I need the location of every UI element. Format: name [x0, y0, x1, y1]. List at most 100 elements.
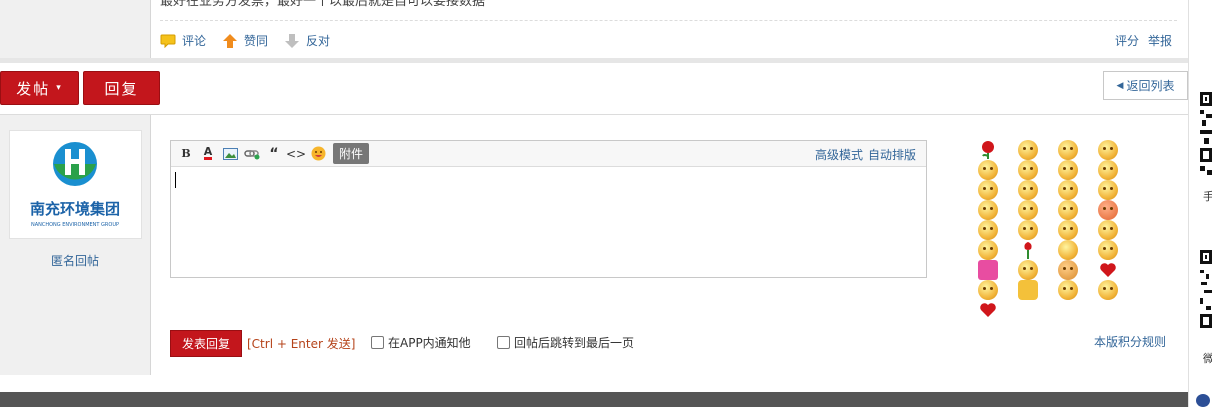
credit-rules-link[interactable]: 本版积分规则 [1094, 333, 1166, 350]
keyboard-hint: [Ctrl + Enter 发送] [247, 337, 356, 351]
notify-app-label: 在APP内通知他 [388, 336, 471, 350]
anonymous-reply-link[interactable]: 匿名回帖 [0, 252, 150, 269]
font-color-icon: A [203, 145, 213, 160]
dizzy-smiley-icon[interactable] [1058, 220, 1078, 240]
image-button[interactable] [219, 143, 241, 165]
new-post-button[interactable]: 发帖 ▾ [0, 71, 79, 105]
surprise-smiley-icon[interactable] [1098, 240, 1118, 260]
advanced-mode-link[interactable]: 高级模式 [815, 146, 863, 163]
back-to-list-label: 返回列表 [1126, 79, 1175, 93]
upvote-label: 赞同 [244, 34, 269, 48]
auto-format-link[interactable]: 自动排版 [868, 146, 916, 163]
text-cursor [175, 172, 176, 188]
kiss-smiley-icon[interactable] [1058, 280, 1078, 300]
tongue-smiley-icon[interactable] [1058, 200, 1078, 220]
frown-smiley-icon[interactable] [1098, 160, 1118, 180]
rate-link[interactable]: 评分 [1115, 32, 1139, 49]
think-smiley-icon[interactable] [1018, 220, 1038, 240]
quote-icon: “ [269, 145, 279, 162]
hug-smiley-icon[interactable] [978, 240, 998, 260]
notify-app-checkbox[interactable]: 在APP内通知他 [371, 334, 471, 351]
handshake-smiley-icon[interactable] [1018, 280, 1038, 300]
reply-label: 回复 [104, 79, 139, 98]
smile-smiley-icon[interactable] [1018, 160, 1038, 180]
downvote-label: 反对 [306, 34, 331, 48]
footer-bar [0, 392, 1188, 407]
logo-subtext: NANCHONG ENVIRONMENT GROUP [31, 222, 119, 228]
sleep-smiley-icon[interactable] [1098, 220, 1118, 240]
sidebar-label-wechat: 微 [1203, 352, 1212, 365]
new-post-label: 发帖 [16, 79, 51, 98]
rose-smiley-icon[interactable] [978, 140, 998, 160]
code-button[interactable]: <> [285, 143, 307, 165]
teeth-smiley-icon[interactable] [1018, 200, 1038, 220]
sidebar-label-app: 手 [1203, 190, 1212, 203]
hearts-smiley-icon[interactable] [1098, 260, 1118, 280]
emoji-button[interactable] [307, 143, 329, 165]
caret-left-icon: ◀ [1116, 80, 1124, 91]
post-author-column [0, 0, 151, 58]
logo-text: 南充环境集团 [30, 200, 120, 218]
note-smiley-icon[interactable] [1018, 260, 1038, 280]
rose2-smiley-icon[interactable] [1018, 240, 1038, 260]
divider [160, 20, 1177, 21]
attachment-button[interactable]: 附件 [333, 143, 370, 164]
chevron-down-icon: ▾ [56, 83, 63, 93]
wink-smiley-icon[interactable] [1098, 140, 1118, 160]
avatar: 南充环境集团 NANCHONG ENVIRONMENT GROUP [9, 130, 142, 239]
qr-code-wechat-icon[interactable] [1200, 250, 1212, 340]
sweat-smiley-icon[interactable] [978, 220, 998, 240]
jump-last-page-label: 回帖后跳转到最后一页 [514, 336, 635, 350]
cry-smiley-icon[interactable] [1058, 140, 1078, 160]
bold-button[interactable]: B [175, 143, 197, 165]
editor-toolbar: B A “ <> 附件 高级模式 自动排版 [171, 141, 926, 167]
link-button[interactable] [241, 143, 263, 165]
worried-smiley-icon[interactable] [1098, 180, 1118, 200]
heart-smiley-icon[interactable] [978, 300, 998, 320]
image-icon [222, 147, 238, 160]
devil-smiley-icon[interactable] [1058, 260, 1078, 280]
laugh-smiley-icon[interactable] [978, 200, 998, 220]
moon-smiley-icon[interactable] [1058, 240, 1078, 260]
code-icon: <> [285, 146, 307, 161]
reply-editor[interactable]: B A “ <> 附件 高级模式 自动排版 [170, 140, 927, 278]
checkbox-icon [371, 336, 384, 349]
shy-smiley-icon[interactable] [1058, 160, 1078, 180]
checkbox-icon [497, 336, 510, 349]
post-actions: 评论 赞同 反对 [160, 32, 340, 49]
downvote-action[interactable]: 反对 [284, 32, 330, 49]
upvote-action[interactable]: 赞同 [222, 32, 268, 49]
post-text: 最好在业务方发票，最好一个以最后就是自可以要接数据 [160, 0, 486, 9]
help-icon[interactable] [1196, 394, 1210, 407]
sorry-smiley-icon[interactable] [1098, 280, 1118, 300]
back-to-list-button[interactable]: ◀ 返回列表 [1103, 71, 1188, 100]
section-separator [0, 375, 1188, 392]
action-bar [0, 63, 1188, 115]
comment-action[interactable]: 评论 [160, 32, 206, 49]
shock-smiley-icon[interactable] [1018, 180, 1038, 200]
link-icon [244, 149, 260, 159]
reply-button[interactable]: 回复 [83, 71, 160, 105]
font-color-button[interactable]: A [197, 143, 219, 165]
comment-icon [160, 34, 176, 48]
sad-smiley-icon[interactable] [1018, 140, 1038, 160]
editor-modes: 高级模式 自动排版 [815, 146, 916, 163]
blink-smiley-icon[interactable] [978, 180, 998, 200]
thumb-down-arrow-icon [285, 33, 300, 48]
grin-smiley-icon[interactable] [978, 160, 998, 180]
submit-reply-button[interactable]: 发表回复 [170, 330, 242, 357]
report-link[interactable]: 举报 [1148, 32, 1172, 49]
blush-smiley-icon[interactable] [1098, 200, 1118, 220]
cold-smiley-icon[interactable] [978, 280, 998, 300]
qr-code-app-icon[interactable] [1200, 92, 1212, 177]
angry-smiley-icon[interactable] [1058, 180, 1078, 200]
gift-smiley-icon[interactable] [978, 260, 998, 280]
quote-button[interactable]: “ [263, 143, 285, 165]
post-meta-actions: 评分 举报 [1115, 32, 1172, 49]
smiley-panel [974, 140, 1134, 320]
comment-label: 评论 [182, 34, 207, 48]
emoji-icon [311, 146, 325, 161]
thumb-up-arrow-icon [223, 33, 238, 48]
jump-last-page-checkbox[interactable]: 回帖后跳转到最后一页 [497, 334, 634, 351]
company-logo-icon: 南充环境集团 NANCHONG ENVIRONMENT GROUP [30, 142, 120, 228]
